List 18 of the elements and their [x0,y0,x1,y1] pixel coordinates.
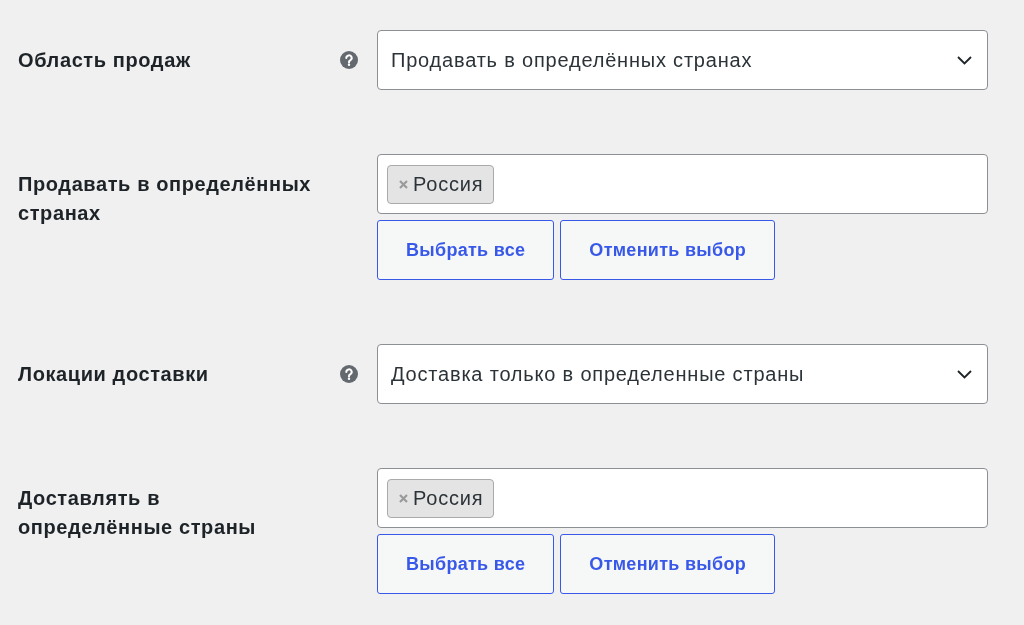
country-tag[interactable]: Россия [387,478,495,518]
help-icon[interactable] [340,365,358,383]
dropdown-select[interactable]: Доставка только в определенные страны [377,344,988,404]
country-tag[interactable]: Россия [387,164,495,204]
action-button[interactable]: Отменить выбор [560,534,776,594]
multiselect-field[interactable]: Россия [377,468,988,528]
field-label: Область продаж [18,48,192,73]
action-button[interactable]: Выбрать все [377,534,555,594]
chevron-down-icon [957,55,972,65]
dropdown-select[interactable]: Продавать в определённых странах [377,30,988,90]
help-icon[interactable] [340,51,358,69]
field-label: Доставлять в определённые страны [18,486,258,540]
action-button[interactable]: Выбрать все [377,220,555,280]
chevron-down-icon [957,369,972,379]
action-button[interactable]: Отменить выбор [560,220,776,280]
field-label: Локации доставки [18,362,210,387]
field-label: Продавать в определённых странах [18,172,313,226]
multiselect-field[interactable]: Россия [377,154,988,214]
